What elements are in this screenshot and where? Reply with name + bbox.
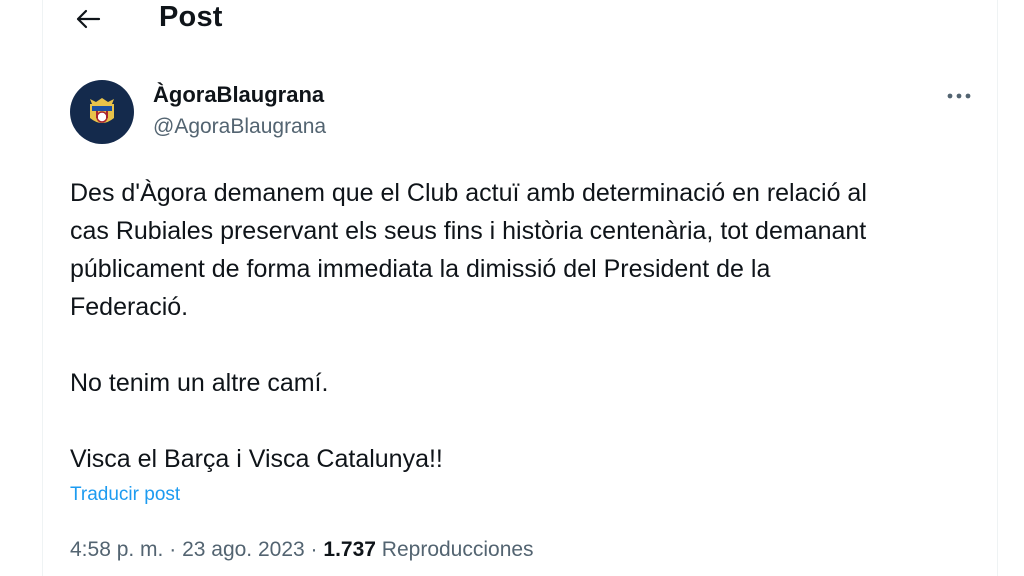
tweet-paragraph: Visca el Barça i Visca Catalunya!! [70, 445, 443, 473]
post-header: Post [43, 0, 997, 40]
meta-separator: · [310, 538, 318, 561]
club-crest-icon [90, 98, 114, 123]
post-date[interactable]: 23 ago. 2023 [182, 538, 305, 561]
page-title: Post [159, 1, 223, 33]
tweet-line: públicament de forma immediata la dimiss… [70, 255, 771, 283]
avatar[interactable] [70, 80, 134, 144]
post-time[interactable]: 4:58 p. m. [70, 538, 163, 561]
author-display-name[interactable]: ÀgoraBlaugrana [153, 82, 324, 108]
tweet-line: cas Rubiales preservant els seus fins i … [70, 217, 867, 245]
tweet-paragraph: No tenim un altre camí. [70, 369, 329, 397]
post-column: Post ÀgoraBlaugrana @AgoraBlaugrana Des … [42, 0, 998, 576]
tweet-text: Des d'Àgora demanem que el Club actuï am… [70, 174, 980, 478]
author-handle[interactable]: @AgoraBlaugrana [153, 115, 326, 139]
more-options-button[interactable] [941, 82, 977, 110]
meta-separator: · [169, 538, 177, 561]
views-label: Reproducciones [381, 538, 534, 561]
views-count: 1.737 [323, 538, 376, 561]
tweet-line: Federació. [70, 293, 189, 321]
tweet-line: Des d'Àgora demanem que el Club actuï am… [70, 179, 867, 207]
arrow-left-icon [76, 9, 101, 29]
post-metadata: 4:58 p. m. · 23 ago. 2023 · 1.737 Reprod… [70, 538, 534, 562]
back-button[interactable] [71, 4, 105, 34]
translate-post-link[interactable]: Traducir post [70, 484, 180, 506]
more-horizontal-icon [947, 93, 971, 99]
